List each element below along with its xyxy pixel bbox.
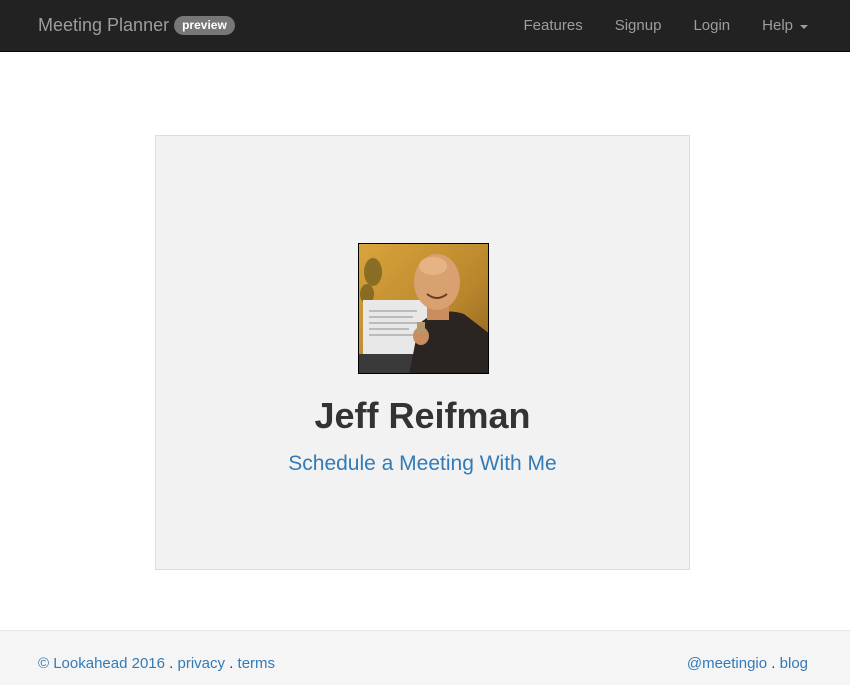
nav-item-features[interactable]: Features xyxy=(508,0,599,51)
separator: . xyxy=(169,655,174,672)
avatar-photo xyxy=(359,244,488,373)
separator: . xyxy=(771,655,776,672)
caret-down-icon xyxy=(800,24,808,29)
footer: © Lookahead 2016 . privacy . terms @meet… xyxy=(0,630,850,685)
privacy-link[interactable]: privacy xyxy=(178,655,226,672)
nav-menu: Features Signup Login Help xyxy=(508,0,824,51)
footer-left: © Lookahead 2016 . privacy . terms xyxy=(38,655,275,673)
preview-badge: preview xyxy=(174,15,235,35)
brand-name: Meeting Planner xyxy=(38,15,170,35)
nav-item-signup[interactable]: Signup xyxy=(599,0,678,51)
schedule-meeting-link[interactable]: Schedule a Meeting With Me xyxy=(156,450,689,478)
avatar xyxy=(358,243,489,374)
nav-item-login[interactable]: Login xyxy=(677,0,746,51)
blog-link[interactable]: blog xyxy=(780,655,808,672)
nav-item-help-label: Help xyxy=(762,17,793,34)
footer-right: @meetingio . blog xyxy=(687,655,808,673)
terms-link[interactable]: terms xyxy=(238,655,276,672)
twitter-link[interactable]: @meetingio xyxy=(687,655,767,672)
separator: . xyxy=(229,655,234,672)
navbar: Meeting Planner preview Features Signup … xyxy=(0,0,850,52)
copyright-link[interactable]: © Lookahead 2016 xyxy=(38,655,165,672)
profile-card: Jeff Reifman Schedule a Meeting With Me xyxy=(155,135,690,570)
profile-name: Jeff Reifman xyxy=(314,395,531,436)
brand-link[interactable]: Meeting Planner preview xyxy=(38,13,235,37)
nav-item-help[interactable]: Help xyxy=(746,0,824,51)
